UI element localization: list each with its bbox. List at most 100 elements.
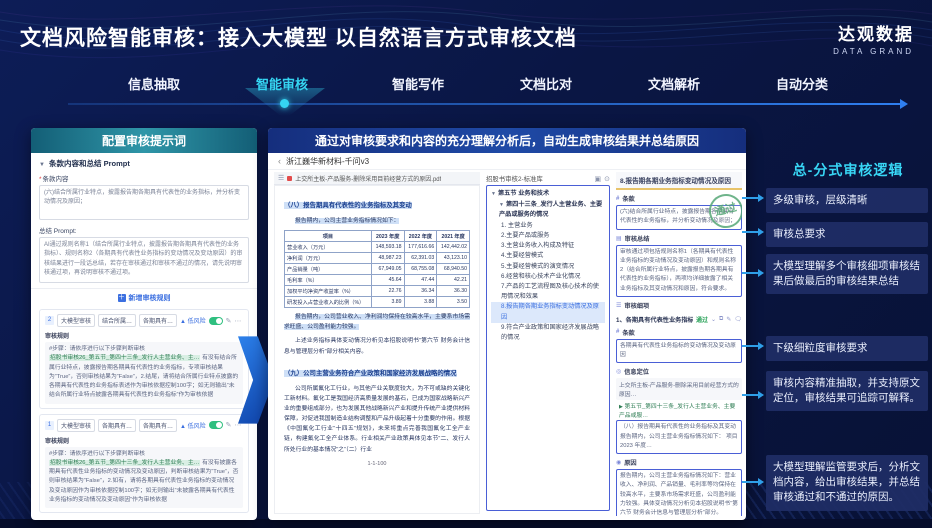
clause-field-label: *条款内容 <box>39 173 249 183</box>
breadcrumb-label: 浙江巍华新材料-千问v3 <box>286 156 369 167</box>
bottom-band <box>0 519 932 528</box>
summary-textarea[interactable]: AI通过规则名称1（结合所属行业特点，披露报告期各期具有代表性的业务指标）、规则… <box>39 237 249 283</box>
item1-locate-doc[interactable]: 上交所主板-产品服务-删除采用目前经营方式的原因… <box>616 378 742 400</box>
tree-item-6[interactable]: 6.经营和核心技术产业化情况 <box>491 272 605 282</box>
rule-field2-input[interactable]: 各期具有… <box>139 419 177 432</box>
rule-field2-input[interactable]: 各期具有… <box>139 314 177 327</box>
rule-field1-input[interactable]: 结合所属… <box>98 314 136 327</box>
edit-icon[interactable]: ✎ <box>226 421 232 429</box>
risk-tag[interactable]: ▲ 低风险 <box>180 316 206 325</box>
document-tab[interactable]: ☰ 上交所主板-产品服务-删除采用目前经营方式的原因.pdf <box>274 172 480 185</box>
rule-text: 有没有结合所属行业特点，披露报告期各期具有代表性的业务指标，专项审核结果为“Tr… <box>49 355 238 398</box>
tab-doc-parsing[interactable]: 文档解析 <box>648 74 700 93</box>
prompt-group-label: 条款内容和总结 Prompt <box>49 159 130 168</box>
document-page[interactable]: （八）报告期具有代表性的业务指标及其变动 报告期内，公司主营业务指标情况如下： … <box>274 185 480 514</box>
caret-down-icon: ▼ <box>499 202 504 208</box>
detail-item-1-header[interactable]: 1、各期具有代表性业务指标… 通过 ⌄ ⧉ ✎ 🗨 <box>616 315 742 324</box>
rule-type-select[interactable]: 大模型审核 <box>57 419 95 432</box>
summary-icon: ▤ <box>616 235 622 242</box>
tree-item-1[interactable]: 1. 主营业务 <box>491 221 605 231</box>
note-overall-requirement: 审核总要求 <box>766 222 928 247</box>
tree-item-2[interactable]: 2.主要产品或服务 <box>491 231 605 241</box>
tree-item-7[interactable]: 7.产品的工艺流程图及核心技术的使用情况和效果 <box>491 282 605 302</box>
note-llm-summary: 大模型理解多个审核细项审核结果后做最后的审核结果总结 <box>766 254 928 294</box>
result-title: 8.报告期各期业务指标变动情况及原因 <box>616 172 742 190</box>
rule-index-badge: 2 <box>45 316 54 325</box>
tab-auto-classify[interactable]: 自动分类 <box>776 74 828 93</box>
review-result-panel: 通过对审核要求和内容的充分理解分析后，自动生成审核结果并总结原因 ‹ 浙江巍华新… <box>268 128 746 520</box>
tree-item-9[interactable]: 9.符合产业政策和国家经济发展战略的情况 <box>491 323 605 343</box>
tree-item-3[interactable]: 3.主营业务收入构成及特征 <box>491 241 605 251</box>
tree-item-4[interactable]: 4.主要经营模式 <box>491 251 605 261</box>
item1-clause-label: 条款 <box>622 328 634 337</box>
table-row: 加权平均净资产收益率（%）22.7636.3436.30 <box>285 286 470 297</box>
tree-item-8-active[interactable]: 8.报告期各期业务指标变动情况及原因 <box>491 302 605 322</box>
back-icon[interactable]: ‹ <box>278 156 281 166</box>
tab-smart-writing[interactable]: 智能写作 <box>392 74 444 93</box>
clause-icon: # <box>616 329 619 335</box>
risk-tag[interactable]: ▲ 低风险 <box>180 421 206 430</box>
clause-section: (六)结合所属行业特点，披露报告期各期具有代表性的业务指标，并分析变动情况及原因… <box>616 205 742 230</box>
add-rule-button[interactable]: ＋ 新增审核规则 <box>31 288 257 307</box>
locate-icon: ◎ <box>616 368 621 375</box>
rule-text: 有没有披露各期具有代表性业务指标的变动情况及变动原因，判断审核结果为“True”… <box>49 460 238 503</box>
rule-section-label: 审核规则 <box>45 436 243 445</box>
doc-heading1: （八）报告期具有代表性的业务指标及其变动 <box>284 202 412 209</box>
collapse-icon[interactable]: ▣ <box>595 175 602 183</box>
note-multi-level: 多级审核，层级清晰 <box>766 188 928 213</box>
clause-textarea[interactable]: (六)结合所属行业特点，披露报告期各期具有代表性的业务指标，并分析变动情况及原因… <box>39 185 249 220</box>
comment-icon[interactable]: 🗨 <box>734 316 742 323</box>
add-rule-label: 新增审核规则 <box>129 293 171 303</box>
tab-doc-compare[interactable]: 文档比对 <box>520 74 572 93</box>
rule-enable-toggle[interactable] <box>209 317 223 325</box>
prompt-group-row[interactable]: ▼ 条款内容和总结 Prompt <box>39 158 249 169</box>
details-section-label: 审核细项 <box>624 301 649 310</box>
brand-logo-en: DATA GRAND <box>833 47 914 56</box>
rule-field1-input[interactable]: 各期具有… <box>98 419 136 432</box>
tree-section[interactable]: ▼第五节 业务和技术 <box>491 189 605 200</box>
rule-prefix: #步骤：请依序进行以下步骤判断审核 <box>49 346 145 352</box>
edit-icon[interactable]: ✎ <box>226 317 232 325</box>
item1-locate-path[interactable]: ▶ 第五节_第四十三条_发行人主营业务、主要产品或服… <box>616 400 742 420</box>
connector-arrow <box>742 345 758 347</box>
tab-info-extraction[interactable]: 信息抽取 <box>128 74 180 93</box>
brand-logo: 达观数据 DATA GRAND <box>833 20 914 56</box>
doc-para1: 报告期内，公司营业收入、净利润均保持在较高水平，主要系市场需求旺盛、公司盈利能力… <box>284 314 470 330</box>
note-llm-regulation: 大模型理解监管要求后，分析文档内容，给出审核结果，并总结审核通过和不通过的原因。 <box>766 455 928 511</box>
tab-smart-review[interactable]: 智能审核 <box>256 74 308 93</box>
caret-down-icon: ▼ <box>491 191 496 197</box>
item1-locate-label: 信息定位 <box>624 367 649 376</box>
review-result-column: 8.报告期各期业务指标变动情况及原因 #条款 (六)结合所属行业特点，披露报告期… <box>616 172 742 516</box>
page-number: 1-1-100 <box>284 461 470 467</box>
note-precise-extraction: 审核内容精准抽取，并支持原文定位，审核结果可追踪可解释。 <box>766 371 928 411</box>
rule-enable-toggle[interactable] <box>209 421 223 429</box>
doc-intro: 报告期内，公司主营业务指标情况如下： <box>295 218 399 224</box>
chevron-down-icon[interactable]: ⌄ <box>711 316 716 323</box>
item1-reason: 报告期内，公司主营业务指标情况如下：营业收入、净利润、产品销量、毛利率等均保持在… <box>616 469 742 516</box>
tree-subsection[interactable]: ▼第四十三条_发行人主营业务、主要产品或服务的情况 <box>491 200 605 221</box>
connector-arrow <box>742 481 758 483</box>
note-fine-grained: 下级细粒度审核要求 <box>766 336 928 361</box>
table-row: 毛利率（%）45.6447.4442.21 <box>285 275 470 286</box>
plus-icon: ＋ <box>118 294 126 302</box>
connector-arrow <box>742 394 758 396</box>
review-panel-title: 通过对审核要求和内容的充分理解分析后，自动生成审核结果并总结原因 <box>268 128 746 153</box>
edit-icon[interactable]: ✎ <box>726 316 731 323</box>
catalog-tree: 招股书审核2-标准库 ▣ ⊙ ▼第五节 业务和技术 ▼第四十三条_发行人主营业务… <box>486 172 610 511</box>
menu-icon[interactable]: ☰ <box>278 174 284 182</box>
summary-section-label: 审核总结 <box>625 234 650 243</box>
rule-type-select[interactable]: 大模型审核 <box>57 314 95 327</box>
col-header: 项目 <box>285 231 372 242</box>
item1-locate-text[interactable]: （八）报告期具有代表性的业务指标及其变动 报告期内，公司主营业务指标情况如下： … <box>616 420 742 454</box>
logic-panel-title: 总-分式审核逻辑 <box>768 160 928 180</box>
more-icon[interactable]: ⋯ <box>235 317 242 325</box>
summary-field-label: 总结 Prompt: <box>39 225 249 235</box>
table-row: 营业收入（万元）148,593.18177,616.66142,442.02 <box>285 242 470 253</box>
connector-arrow <box>742 272 758 274</box>
copy-icon[interactable]: ⧉ <box>719 316 723 323</box>
locate-icon[interactable]: ⊙ <box>604 175 610 183</box>
doc-para3: 公司所属氟化工行业，与其他产业关联度较大，为不可或缺的关键化工新材料。氟化工是我… <box>284 384 470 455</box>
document-tab-label: 上交所主板-产品服务-删除采用目前经营方式的原因.pdf <box>295 174 441 183</box>
tree-item-5[interactable]: 5.主要经营模式的演变情况 <box>491 262 605 272</box>
table-row: 研发投入占营业收入的比例（%）3.893.883.50 <box>285 297 470 308</box>
